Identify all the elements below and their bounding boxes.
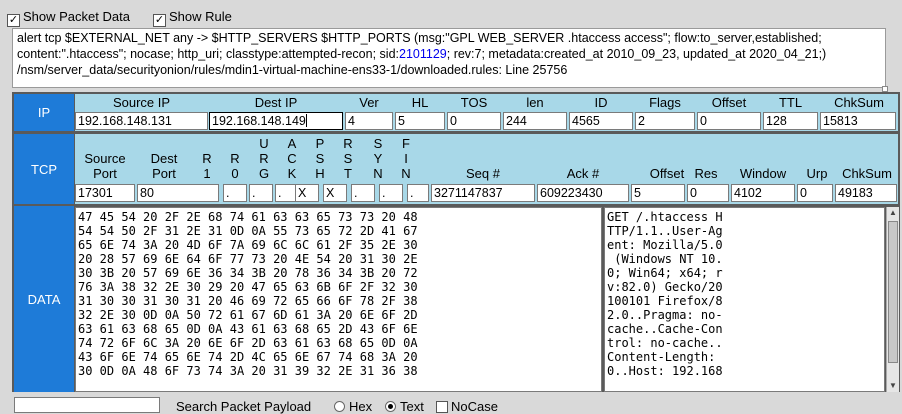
ip-dest-ip-field[interactable]: 192.168.148.149 xyxy=(209,112,343,130)
data-vertical-scrollbar[interactable]: ▲ ▼ xyxy=(886,207,899,392)
ip-section: IP Source IP Dest IP Ver HL TOS len ID F… xyxy=(12,92,900,133)
tcp-r0-label: R0 xyxy=(230,151,240,181)
tcp-syn-field[interactable]: . xyxy=(379,184,403,202)
ip-chksum-label: ChkSum xyxy=(834,95,884,110)
ip-ttl-label: TTL xyxy=(778,95,803,110)
tcp-seq-label: Seq # xyxy=(466,166,500,181)
nocase-checkbox[interactable] xyxy=(436,401,448,413)
tcp-section: TCP Source Port Dest Port R1 R0 URG ACK PS… xyxy=(12,133,900,205)
text-radio-option[interactable]: Text xyxy=(385,399,424,414)
tcp-urg-label: URG xyxy=(258,136,270,181)
top-toolbar: ✓ Show Packet Data ✓ Show Rule xyxy=(0,0,902,28)
tcp-offset-field[interactable]: 5 xyxy=(631,184,685,202)
tcp-chksum-field[interactable]: 49183 xyxy=(835,184,897,202)
text-radio[interactable] xyxy=(385,401,396,412)
tcp-res-label: Res xyxy=(694,166,718,181)
tcp-window-label: Window xyxy=(739,166,787,181)
tcp-seq-field[interactable]: 3271147837 xyxy=(431,184,535,202)
ascii-payload-text: GET /.htaccess H TTP/1.1..User-Ag ent: M… xyxy=(607,210,723,378)
ip-hl-field[interactable]: 5 xyxy=(395,112,445,130)
ip-ver-field[interactable]: 4 xyxy=(345,112,393,130)
hex-radio-option[interactable]: Hex xyxy=(334,399,372,414)
tcp-rst-label: RST xyxy=(343,136,353,181)
nocase-option[interactable]: NoCase xyxy=(436,399,498,414)
show-packet-data-checkbox[interactable]: ✓ xyxy=(7,14,20,27)
ip-header: IP xyxy=(14,94,74,131)
ip-offset-label: Offset xyxy=(711,95,747,110)
hex-payload-text: 47 45 54 20 2F 2E 68 74 61 63 63 65 73 7… xyxy=(78,210,418,378)
show-rule-option[interactable]: ✓ Show Rule xyxy=(153,9,232,27)
tcp-dest-port-label: Dest Port xyxy=(150,151,178,181)
tcp-psh-label: PSH xyxy=(315,136,325,181)
tcp-urp-label: Urp xyxy=(806,166,828,181)
tcp-res-field[interactable]: 0 xyxy=(687,184,729,202)
tcp-urp-field[interactable]: 0 xyxy=(797,184,833,202)
ip-flags-field[interactable]: 2 xyxy=(635,112,695,130)
ip-label-row: Source IP Dest IP Ver HL TOS len ID Flag… xyxy=(75,94,898,111)
tcp-dest-port-field[interactable]: 80 xyxy=(137,184,219,202)
ip-chksum-field[interactable]: 15813 xyxy=(820,112,896,130)
search-payload-label: Search Packet Payload xyxy=(176,399,312,414)
tcp-value-row: 17301 80 . . . X X . . . 3271147837 6092… xyxy=(75,183,898,204)
show-rule-checkbox[interactable]: ✓ xyxy=(153,14,166,27)
tcp-ack-num-field[interactable]: 609223430 xyxy=(537,184,629,202)
ip-ver-label: Ver xyxy=(359,95,379,110)
ip-tos-label: TOS xyxy=(460,95,488,110)
scrollbar-thumb[interactable] xyxy=(888,221,898,363)
data-section: DATA 47 45 54 20 2F 2E 68 74 61 63 63 65… xyxy=(12,205,900,392)
rule-line-1: alert tcp $EXTERNAL_NET any -> $HTTP_SER… xyxy=(17,31,822,45)
tcp-rst-field[interactable]: . xyxy=(351,184,375,202)
ip-len-label: len xyxy=(526,95,544,110)
show-rule-label: Show Rule xyxy=(169,9,232,24)
ascii-payload-pane[interactable]: GET /.htaccess H TTP/1.1..User-Ag ent: M… xyxy=(604,207,885,392)
hex-payload-pane[interactable]: 47 45 54 20 2F 2E 68 74 61 63 63 65 73 7… xyxy=(75,207,602,392)
ip-offset-field[interactable]: 0 xyxy=(697,112,761,130)
tcp-ack-num-label: Ack # xyxy=(566,166,600,181)
show-packet-data-option[interactable]: ✓ Show Packet Data xyxy=(7,9,130,27)
text-caret xyxy=(305,114,307,127)
ip-hl-label: HL xyxy=(411,95,429,110)
rule-line-2: content:".htaccess"; nocase; http_uri; c… xyxy=(17,47,827,61)
ip-tos-field[interactable]: 0 xyxy=(447,112,501,130)
tcp-label-row: Source Port Dest Port R1 R0 URG ACK PSH RS… xyxy=(75,134,898,183)
tcp-r0-field[interactable]: . xyxy=(249,184,273,202)
tcp-source-port-field[interactable]: 17301 xyxy=(75,184,135,202)
ip-ttl-field[interactable]: 128 xyxy=(763,112,818,130)
tcp-ack-label: ACK xyxy=(287,136,297,181)
tcp-window-field[interactable]: 4102 xyxy=(731,184,795,202)
show-packet-data-label: Show Packet Data xyxy=(23,9,130,24)
ip-source-ip-label: Source IP xyxy=(112,95,171,110)
sid-link[interactable]: 2101129 xyxy=(399,47,447,61)
scroll-up-arrow-icon[interactable]: ▲ xyxy=(887,207,899,219)
tcp-r1-label: R1 xyxy=(202,151,212,181)
search-bar: Search Packet Payload Hex Text NoCase xyxy=(0,392,902,414)
tcp-ack-field[interactable]: X xyxy=(295,184,319,202)
tcp-fin-label: FIN xyxy=(401,136,411,181)
rule-line-3: /nsm/server_data/securityonion/rules/mdi… xyxy=(17,63,568,77)
ip-flags-label: Flags xyxy=(649,95,681,110)
ip-id-field[interactable]: 4565 xyxy=(569,112,633,130)
rule-text-pane[interactable]: alert tcp $EXTERNAL_NET any -> $HTTP_SER… xyxy=(12,28,886,88)
tcp-chksum-label: ChkSum xyxy=(842,166,892,181)
tcp-fin-field[interactable]: . xyxy=(407,184,429,202)
ip-dest-ip-label: Dest IP xyxy=(254,95,298,110)
search-payload-input[interactable] xyxy=(14,397,160,413)
data-header: DATA xyxy=(14,206,74,392)
ip-len-field[interactable]: 244 xyxy=(503,112,567,130)
ip-id-label: ID xyxy=(594,95,608,110)
ip-value-row: 192.168.148.131 192.168.148.149 4 5 0 24… xyxy=(75,111,898,131)
tcp-psh-field[interactable]: X xyxy=(323,184,347,202)
tcp-source-port-label: Source Port xyxy=(84,151,126,181)
ip-source-ip-field[interactable]: 192.168.148.131 xyxy=(75,112,208,130)
tcp-syn-label: SYN xyxy=(373,136,383,181)
tcp-header: TCP xyxy=(14,134,74,204)
scroll-down-arrow-icon[interactable]: ▼ xyxy=(887,380,899,392)
hex-radio[interactable] xyxy=(334,401,345,412)
tcp-r1-field[interactable]: . xyxy=(223,184,247,202)
